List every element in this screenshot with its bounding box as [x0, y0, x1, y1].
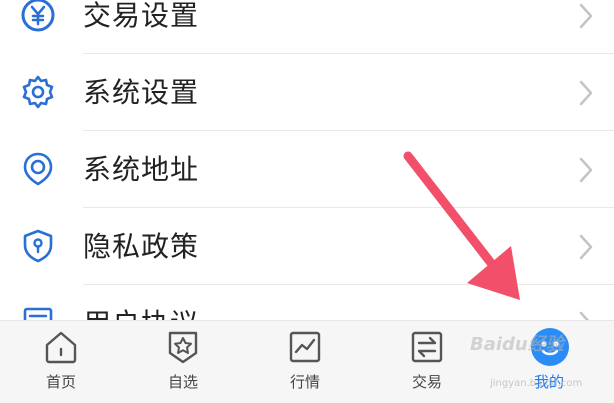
gear-icon — [22, 75, 54, 109]
tab-watchlist[interactable]: 自选 — [122, 321, 244, 403]
chevron-right-icon — [579, 80, 593, 106]
chevron-right-icon — [579, 157, 593, 183]
menu-item-label: 系统设置 — [83, 76, 200, 109]
chevron-right-icon — [579, 3, 593, 29]
menu-item-label: 系统地址 — [83, 153, 200, 186]
document-icon — [23, 307, 53, 320]
tab-label: 首页 — [45, 373, 76, 391]
yuan-circle-icon — [21, 0, 55, 32]
tab-label: 行情 — [289, 373, 320, 391]
settings-menu: 交易设置 系统设置 系统地址 隐私政策 — [0, 0, 614, 320]
menu-item-label: 隐私政策 — [83, 230, 200, 263]
chevron-right-icon — [579, 234, 593, 260]
watermark-url: jingyan.baidu.com — [490, 378, 583, 389]
menu-item-privacy-policy[interactable]: 隐私政策 — [0, 208, 614, 285]
menu-item-system-address[interactable]: 系统地址 — [0, 131, 614, 208]
exchange-icon — [411, 331, 443, 363]
home-icon — [45, 331, 77, 364]
menu-item-label: 交易设置 — [83, 0, 200, 32]
watermark: Baidu经验 — [470, 334, 564, 355]
tab-home[interactable]: 首页 — [0, 321, 122, 403]
tab-market[interactable]: 行情 — [244, 321, 366, 403]
menu-item-trade-settings[interactable]: 交易设置 — [0, 0, 614, 54]
star-badge-icon — [168, 331, 198, 364]
menu-item-system-settings[interactable]: 系统设置 — [0, 54, 614, 131]
chevron-right-icon — [579, 311, 590, 320]
tab-label: 自选 — [167, 373, 198, 391]
tab-label: 交易 — [411, 373, 442, 391]
chart-icon — [289, 331, 321, 363]
menu-item-label: 用户协议 — [83, 285, 199, 320]
menu-item-user-agreement[interactable]: 用户协议 — [0, 285, 614, 320]
location-pin-icon — [23, 152, 53, 186]
shield-icon — [23, 229, 53, 263]
